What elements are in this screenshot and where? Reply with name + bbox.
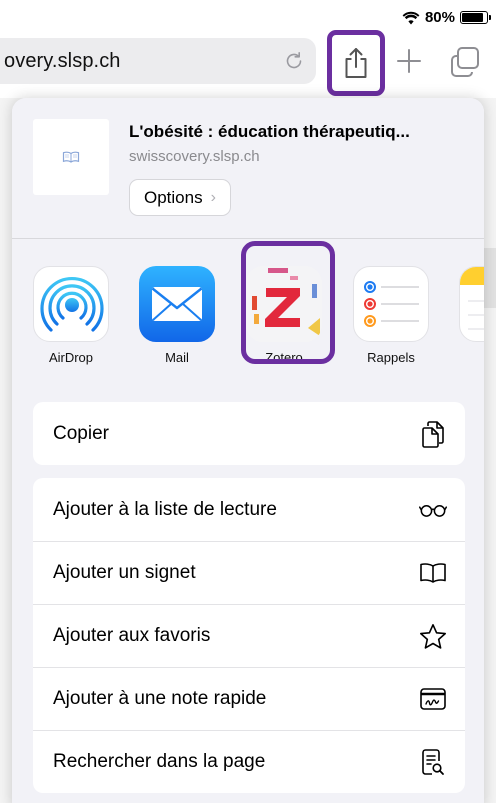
status-bar: 80%: [0, 0, 496, 32]
action-label: Copier: [53, 422, 109, 444]
app-notes[interactable]: N: [458, 266, 484, 366]
action-quick-note[interactable]: Ajouter à une note rapide: [33, 667, 465, 730]
share-button[interactable]: [327, 30, 385, 96]
find-in-page-icon: [419, 748, 447, 776]
page-thumbnail: [33, 119, 109, 195]
share-sheet: L'obésité : éducation thérapeutiq... swi…: [12, 98, 484, 803]
battery-percent: 80%: [424, 9, 455, 26]
share-title: L'obésité : éducation thérapeutiq...: [129, 122, 410, 141]
app-airdrop[interactable]: AirDrop: [32, 266, 112, 366]
action-label: Ajouter à la liste de lecture: [53, 498, 277, 520]
actions-group: Ajouter à la liste de lecture Ajouter un…: [33, 478, 465, 793]
reload-icon[interactable]: [282, 49, 306, 73]
action-label: Ajouter un signet: [53, 562, 196, 583]
star-icon: [419, 622, 447, 650]
notes-icon: [459, 266, 484, 342]
action-copy[interactable]: Copier: [33, 402, 465, 465]
reminders-icon: [353, 266, 429, 342]
plus-icon[interactable]: [394, 46, 424, 76]
quick-note-icon: [419, 685, 447, 713]
glasses-icon: [419, 496, 447, 524]
wifi-icon: [402, 11, 420, 24]
action-add-favorites[interactable]: Ajouter aux favoris: [33, 604, 465, 667]
share-subtitle: swisscovery.slsp.ch: [129, 148, 260, 165]
share-sheet-header: L'obésité : éducation thérapeutiq... swi…: [12, 98, 484, 238]
options-label: Options: [144, 187, 203, 207]
app-label: Rappels: [367, 350, 415, 365]
copy-icon: [419, 420, 447, 448]
app-reminders[interactable]: Rappels: [352, 266, 432, 366]
action-label: Ajouter aux favoris: [53, 625, 211, 646]
mail-icon: [139, 266, 215, 342]
action-add-bookmark[interactable]: Ajouter un signet: [33, 541, 465, 604]
status-right: 80%: [402, 9, 491, 26]
options-button[interactable]: Options ›: [129, 179, 231, 216]
action-label: Rechercher dans la page: [53, 751, 266, 772]
zotero-highlight: [241, 241, 335, 364]
action-reading-list[interactable]: Ajouter à la liste de lecture: [33, 478, 465, 541]
app-label: AirDrop: [48, 350, 94, 365]
app-mail[interactable]: Mail: [138, 266, 218, 366]
chevron-right-icon: ›: [210, 188, 216, 206]
copy-group: Copier: [33, 402, 465, 465]
address-bar[interactable]: overy.slsp.ch: [0, 38, 316, 84]
book-icon: [419, 559, 447, 587]
url-text: overy.slsp.ch: [4, 50, 121, 72]
app-label: Mail: [165, 350, 189, 365]
action-label: Ajouter à une note rapide: [53, 688, 267, 709]
tabs-icon[interactable]: [448, 44, 482, 78]
battery-icon: [460, 11, 491, 24]
book-thumbnail-icon: [62, 151, 80, 163]
app-label: N: [458, 350, 484, 365]
header-divider: [12, 238, 484, 239]
underlying-page-edge: [484, 248, 496, 308]
airdrop-icon: [33, 266, 109, 342]
share-icon: [345, 48, 367, 78]
action-find-in-page[interactable]: Rechercher dans la page: [33, 730, 465, 793]
